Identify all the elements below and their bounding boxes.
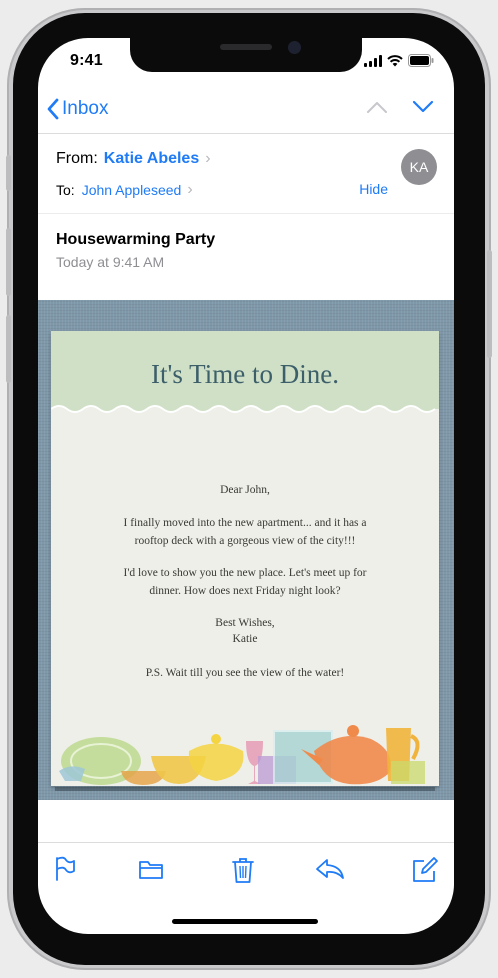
to-row: To: John Appleseed › (56, 181, 193, 199)
sender-chevron-icon: › (205, 150, 211, 167)
reply-icon[interactable] (315, 856, 345, 882)
volume-up-button (6, 228, 11, 296)
sender-name[interactable]: Katie Abeles (104, 150, 199, 168)
message-subject: Housewarming Party (56, 231, 216, 248)
letter-signature: Katie (232, 633, 258, 645)
recipient-chevron-icon: › (187, 181, 193, 198)
letter-line-4: dinner. How does next Friday night look? (149, 585, 341, 597)
wifi-icon (387, 54, 403, 66)
back-label: Inbox (62, 98, 109, 119)
previous-message-icon[interactable] (366, 100, 388, 114)
next-message-icon[interactable] (412, 100, 434, 114)
letter-greeting: Dear John, (220, 484, 270, 496)
volume-down-button (6, 315, 11, 383)
back-button[interactable]: Inbox (46, 94, 108, 124)
trash-icon[interactable] (231, 856, 255, 884)
hide-details-button[interactable]: Hide (359, 181, 388, 197)
card-shadow (55, 787, 435, 791)
header-divider (38, 213, 454, 214)
from-row: From: Katie Abeles › (56, 150, 211, 168)
message-date: Today at 9:41 AM (56, 254, 165, 270)
dishware-illustration (59, 725, 425, 785)
signal-icon (364, 54, 382, 67)
home-indicator[interactable] (172, 919, 318, 924)
letter-postscript: P.S. Wait till you see the view of the w… (145, 667, 345, 679)
letter-line-2: rooftop deck with a gorgeous view of the… (134, 535, 356, 547)
nav-divider (38, 133, 454, 134)
flag-icon[interactable] (54, 856, 76, 882)
front-camera (288, 41, 301, 54)
status-icons (364, 54, 434, 67)
compose-icon[interactable] (411, 856, 439, 884)
card-title: It's Time to Dine. (151, 359, 339, 389)
mute-switch (6, 155, 11, 191)
from-label: From: (56, 150, 98, 167)
folder-icon[interactable] (138, 856, 164, 882)
notch (130, 38, 362, 72)
sender-avatar[interactable]: KA (401, 149, 437, 185)
recipient-name[interactable]: John Appleseed (82, 182, 182, 198)
toolbar-divider (38, 842, 454, 843)
battery-icon (408, 54, 434, 67)
letter-line-3: I'd love to show you the new place. Let'… (123, 567, 367, 579)
speaker (220, 44, 272, 50)
to-label: To: (56, 182, 75, 198)
nav-bar: Inbox (38, 94, 454, 132)
chevron-left-icon (47, 98, 59, 120)
card-wave-edge (51, 405, 439, 417)
status-time: 9:41 (70, 52, 103, 69)
mail-screen: 9:41 Inbox From: Katie Abeles › To: John… (38, 38, 454, 934)
side-button (487, 250, 492, 358)
letter-line-1: I finally moved into the new apartment..… (123, 517, 367, 529)
